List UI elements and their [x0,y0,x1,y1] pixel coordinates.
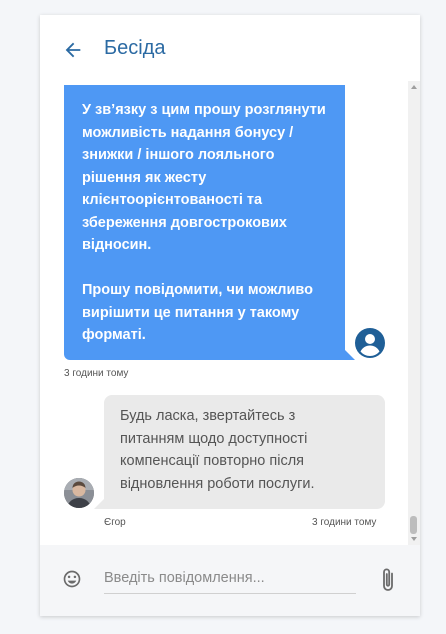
agent-avatar [64,478,94,508]
scroll-up-arrow-icon[interactable] [411,85,417,89]
incoming-message: Будь ласка, звертайтесь з питанням щодо … [94,395,385,509]
back-button[interactable] [62,39,84,61]
chat-header: Бесіда [40,15,420,85]
chat-window: Бесіда У зв’язку з цим прошу розглянути … [40,15,420,616]
agent-photo-icon [64,478,94,508]
scroll-down-arrow-icon[interactable] [411,537,417,541]
back-arrow-icon [65,42,81,58]
message-list: У зв’язку з цим прошу розглянути можливі… [40,85,420,543]
emoji-icon [63,570,81,588]
emoji-button[interactable] [62,569,82,589]
message-timestamp: 3 години тому [312,517,377,528]
scrollbar[interactable] [408,81,420,545]
outgoing-message: У зв’язку з цим прошу розглянути можливі… [64,85,355,360]
paperclip-icon [383,568,393,591]
user-avatar-icon [354,327,386,359]
sender-name: Єгор [104,517,126,528]
message-input[interactable] [104,563,356,594]
message-composer [40,545,420,616]
scrollbar-thumb[interactable] [410,516,417,534]
page-title: Бесіда [104,37,166,59]
avatar [354,327,386,359]
attach-button[interactable] [380,567,396,593]
message-timestamp: 3 години тому [64,368,129,379]
